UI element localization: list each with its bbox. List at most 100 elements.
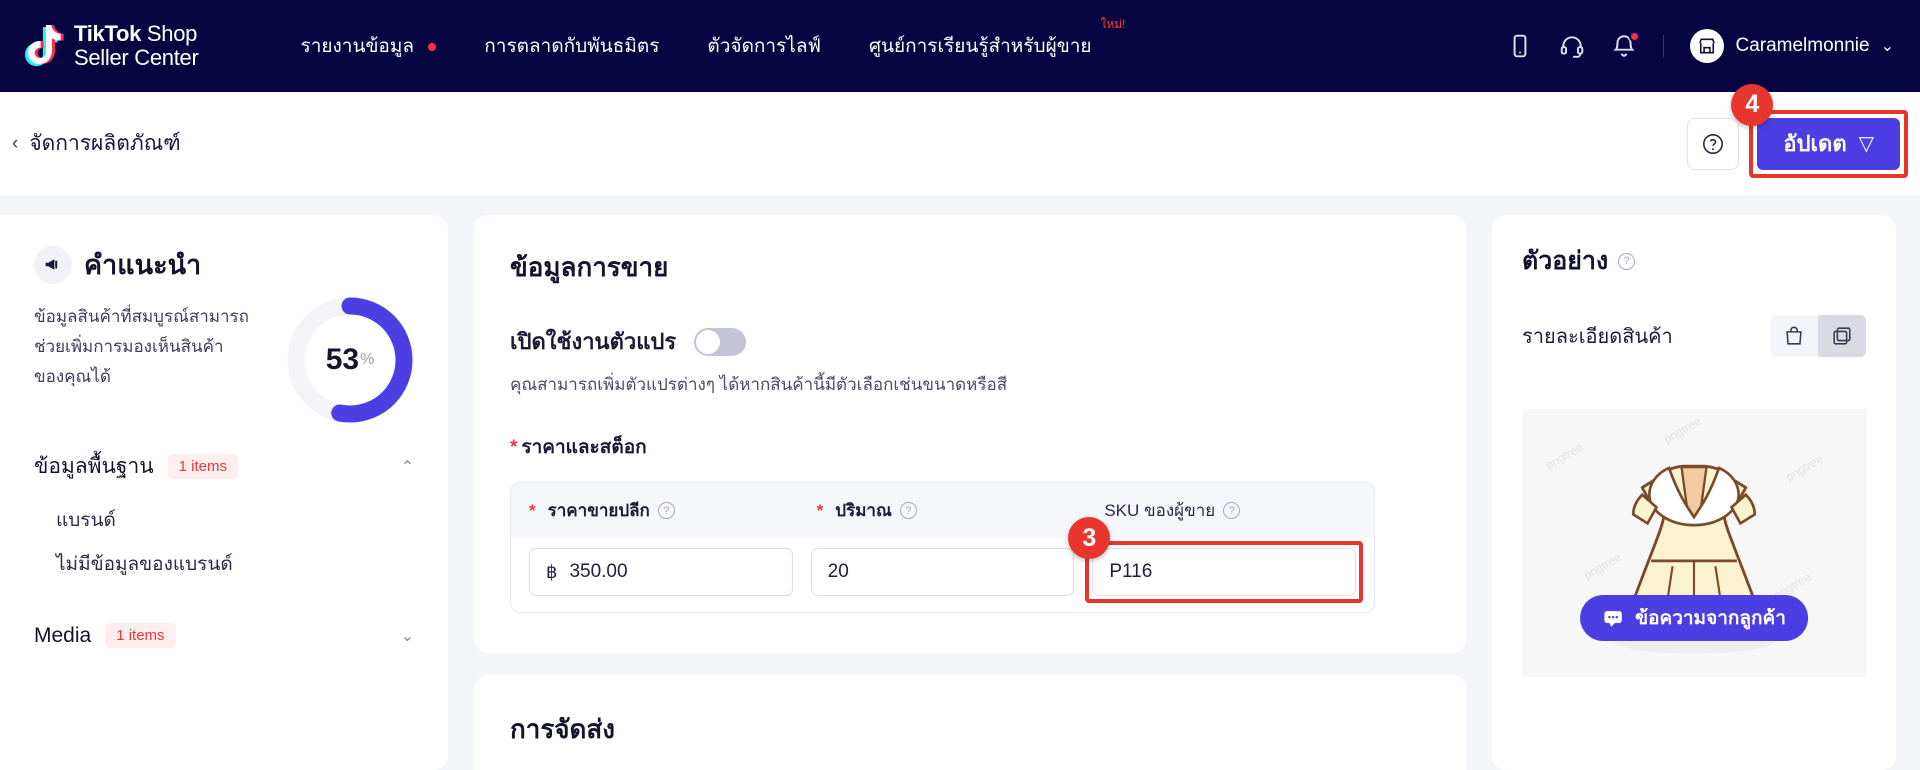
- product-image: pngtree pngtree pngtree pngtree pngtree: [1522, 409, 1866, 677]
- shipping-card: การจัดส่ง: [474, 675, 1466, 770]
- column-header-seller-sku: SKU ของผู้ขาย ?: [1086, 483, 1374, 538]
- help-icon[interactable]: ?: [899, 502, 917, 519]
- mobile-icon[interactable]: [1507, 33, 1533, 59]
- progress-unit: %: [360, 351, 375, 368]
- breadcrumb[interactable]: ‹ จัดการผลิตภัณฑ์: [12, 127, 181, 160]
- nav-item-label: รายงานข้อมูล: [300, 36, 415, 57]
- cards-stack-icon[interactable]: [1818, 315, 1866, 357]
- sidebar-item-brand[interactable]: แบรนด์: [56, 505, 414, 535]
- cell-retail-price: ฿ 350.00: [529, 548, 793, 596]
- update-button[interactable]: อัปเดต ▽: [1757, 117, 1900, 170]
- column-header-label: ราคาขายปลีก: [547, 501, 650, 520]
- recommendation-body: ข้อมูลสินค้าที่สมบูรณ์สามารถช่วยเพิ่มการ…: [34, 297, 414, 424]
- variant-toggle-label: เปิดใช้งานตัวแปร: [510, 329, 677, 354]
- sidebar-section-badge: 1 items: [105, 623, 176, 648]
- preview-panel: ตัวอย่าง ? รายละเอียดสินค้า pngtree pngt…: [1492, 215, 1896, 770]
- brand-logo[interactable]: TikTok Shop Seller Center: [22, 22, 199, 70]
- toggle-knob: [696, 329, 721, 354]
- table-header-row: * ราคาขายปลีก ? * ปริมาณ ? SKU ของผู้ขาย…: [511, 483, 1374, 538]
- required-asterisk: *: [510, 437, 518, 458]
- account-menu[interactable]: Caramelmonnie ⌄: [1690, 29, 1894, 63]
- brand-shop-text: Shop: [146, 21, 198, 47]
- nav-item-label: ตัวจัดการไลฟ์: [707, 36, 821, 57]
- progress-label: 53 %: [286, 296, 414, 424]
- currency-symbol: ฿: [546, 561, 558, 582]
- recommendation-title: คำแนะนำ: [84, 250, 202, 280]
- help-icon[interactable]: ?: [1618, 252, 1636, 270]
- price-stock-table: * ราคาขายปลีก ? * ปริมาณ ? SKU ของผู้ขาย…: [510, 482, 1375, 613]
- price-stock-section-label: * ราคาและสต็อก: [510, 432, 1430, 462]
- sidebar-section-media: Media 1 items ⌄: [34, 623, 414, 648]
- variant-description: คุณสามารถเพิ่มตัวแปรต่างๆ ได้หากสินค้านี…: [510, 375, 1008, 394]
- sidebar-section-children: แบรนด์ ไม่มีข้อมูลของแบรนด์: [34, 505, 414, 579]
- quantity-value: 20: [827, 561, 849, 582]
- recommendation-text: ข้อมูลสินค้าที่สมบูรณ์สามารถช่วยเพิ่มการ…: [34, 307, 249, 386]
- breadcrumb-label: จัดการผลิตภัณฑ์: [29, 132, 181, 155]
- seller-sku-value: P116: [1109, 561, 1153, 582]
- recommendation-panel: คำแนะนำ ข้อมูลสินค้าที่สมบูรณ์สามารถช่วย…: [0, 215, 448, 770]
- store-icon: [1690, 29, 1725, 63]
- retail-price-value: 350.00: [569, 561, 628, 582]
- filter-triangle-icon: ▽: [1858, 133, 1874, 155]
- chat-bubble-icon: [1604, 611, 1622, 627]
- preview-product-card: pngtree pngtree pngtree pngtree pngtree: [1522, 377, 1866, 677]
- headset-icon[interactable]: [1559, 33, 1585, 59]
- app-root: TikTok Shop Seller Center รายงานข้อมูล ก…: [0, 0, 1920, 770]
- retail-price-input[interactable]: ฿ 350.00: [529, 548, 793, 596]
- nav-item-label: การตลาดกับพันธมิตร: [484, 36, 660, 57]
- shipping-title: การจัดส่ง: [510, 714, 615, 744]
- price-stock-label-text: ราคาและสต็อก: [521, 437, 647, 458]
- chevron-down-icon: ⌄: [1880, 38, 1894, 55]
- sales-information-card: ข้อมูลการขาย เปิดใช้งานตัวแปร คุณสามารถเ…: [474, 215, 1466, 653]
- nav-divider: [1663, 35, 1665, 57]
- cell-seller-sku: P116 3: [1068, 517, 1364, 603]
- bell-icon[interactable]: [1611, 31, 1641, 59]
- quantity-input[interactable]: 20: [810, 548, 1075, 596]
- cell-quantity: 20: [810, 548, 1075, 596]
- preview-subheader: รายละเอียดสินค้า: [1522, 315, 1866, 357]
- nav-item-live-manager[interactable]: ตัวจัดการไลฟ์: [705, 25, 823, 67]
- nav-item-seller-learning-center[interactable]: ศูนย์การเรียนรู้สำหรับผู้ขาย ใหม่!: [867, 17, 1126, 67]
- sidebar-section-badge: 1 items: [167, 454, 238, 479]
- preview-header: ตัวอย่าง ?: [1522, 241, 1866, 281]
- help-icon[interactable]: ?: [657, 502, 675, 519]
- annotation-badge-4: 4: [1731, 83, 1774, 126]
- account-name: Caramelmonnie: [1735, 35, 1870, 56]
- question-circle-icon: [1703, 133, 1724, 154]
- sidebar-section-title: Media: [34, 623, 92, 647]
- sales-information-title: ข้อมูลการขาย: [510, 252, 669, 282]
- notification-dot-icon: [428, 42, 437, 51]
- progress-value: 53: [325, 343, 360, 376]
- help-button[interactable]: [1687, 117, 1740, 170]
- table-row: ฿ 350.00 20 P116 3: [511, 517, 1374, 612]
- top-navigation-bar: TikTok Shop Seller Center รายงานข้อมูล ก…: [0, 0, 1920, 92]
- tiktok-note-icon: [22, 22, 64, 70]
- nav-right-actions: Caramelmonnie ⌄: [1507, 29, 1894, 63]
- sub-header-bar: ‹ จัดการผลิตภัณฑ์ อัปเดต ▽ 4: [0, 83, 1920, 195]
- help-icon[interactable]: ?: [1223, 502, 1241, 519]
- seller-sku-input[interactable]: P116: [1092, 548, 1357, 596]
- update-button-wrapper: อัปเดต ▽ 4: [1731, 83, 1908, 178]
- nav-menu: รายงานข้อมูล การตลาดกับพันธมิตร ตัวจัดกา…: [299, 17, 1126, 67]
- sidebar-section-basic-info: ข้อมูลพื้นฐาน 1 items ⌃ แบรนด์ ไม่มีข้อม…: [34, 450, 414, 579]
- nav-item-affiliate-marketing[interactable]: การตลาดกับพันธมิตร: [482, 25, 661, 67]
- sidebar-item-no-brand-info[interactable]: ไม่มีข้อมูลของแบรนด์: [56, 549, 414, 579]
- shopping-bag-icon[interactable]: [1770, 315, 1818, 357]
- customer-message-label: ข้อความจากลูกค้า: [1635, 608, 1786, 629]
- brand-seller-center-text: Seller Center: [74, 45, 199, 70]
- recommendation-header: คำแนะนำ: [34, 243, 414, 286]
- preview-subtitle: รายละเอียดสินค้า: [1522, 326, 1673, 348]
- variant-toggle-switch[interactable]: [694, 327, 747, 356]
- sub-header-actions: อัปเดต ▽ 4: [1687, 83, 1908, 178]
- chevron-left-icon: ‹: [12, 132, 19, 154]
- sidebar-section-header[interactable]: Media 1 items ⌄: [34, 623, 414, 648]
- nav-item-label: ศูนย์การเรียนรู้สำหรับผู้ขาย: [868, 36, 1092, 57]
- main-content: คำแนะนำ ข้อมูลสินค้าที่สมบูรณ์สามารถช่วย…: [0, 195, 1920, 770]
- customer-message-button[interactable]: ข้อความจากลูกค้า: [1580, 595, 1808, 641]
- brand-tiktok-text: TikTok: [74, 21, 142, 47]
- nav-item-reports[interactable]: รายงานข้อมูล: [299, 25, 439, 67]
- column-header-label: ปริมาณ: [835, 501, 892, 520]
- update-button-label: อัปเดต: [1783, 131, 1847, 156]
- sidebar-section-header[interactable]: ข้อมูลพื้นฐาน 1 items ⌃: [34, 450, 414, 483]
- center-column: ข้อมูลการขาย เปิดใช้งานตัวแปร คุณสามารถเ…: [474, 215, 1466, 770]
